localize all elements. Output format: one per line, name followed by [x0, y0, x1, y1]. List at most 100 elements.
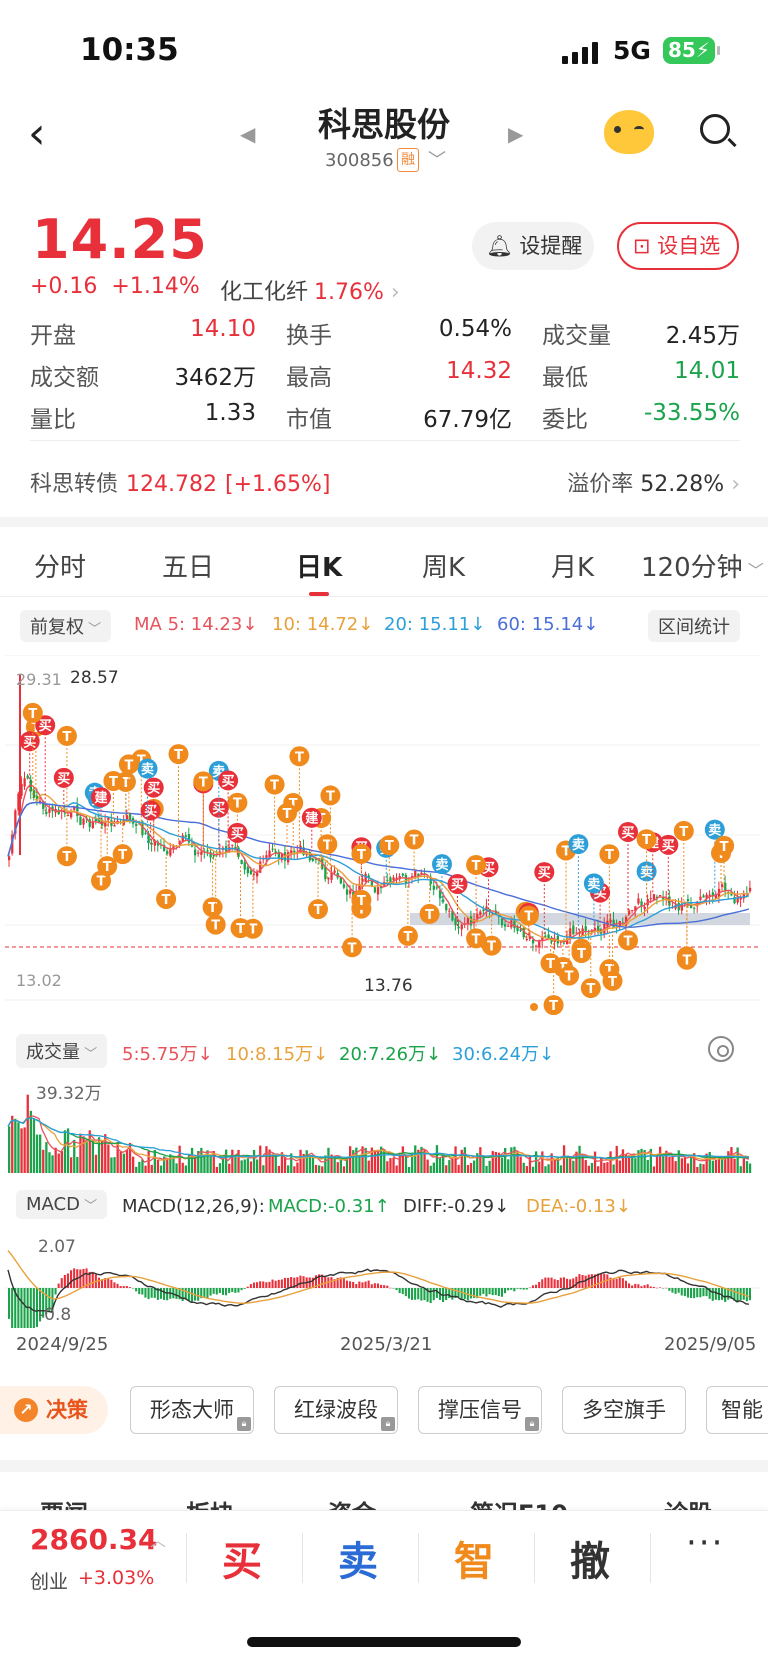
settings-icon[interactable]	[708, 1036, 734, 1062]
event-dot	[530, 1003, 538, 1011]
search-icon[interactable]	[700, 114, 730, 144]
candle	[48, 808, 51, 813]
resistance-band	[410, 913, 750, 925]
range-stat-button[interactable]: 区间统计	[648, 610, 740, 642]
tab-monthly-k[interactable]: 月K	[551, 547, 594, 584]
volume-bar	[603, 1162, 606, 1173]
volume-selector[interactable]: 成交量 ﹀	[16, 1034, 108, 1068]
candle	[26, 775, 29, 779]
macd-bar	[736, 1288, 739, 1303]
volume-bar	[20, 1128, 23, 1173]
macd-bar	[541, 1279, 544, 1288]
candle	[197, 852, 200, 854]
volume-bar	[144, 1165, 147, 1173]
volume-bar	[376, 1149, 380, 1173]
divider	[534, 1533, 535, 1583]
trade-marker-label: T	[199, 775, 208, 790]
macd-bar	[271, 1279, 274, 1288]
tab-weekly-k[interactable]: 周K	[422, 547, 465, 584]
quote-label: 最低	[542, 365, 588, 391]
date-start: 2024/9/25	[16, 1334, 109, 1355]
trade-marker-label: T	[348, 941, 357, 956]
volume-bar	[73, 1139, 76, 1173]
smart-button[interactable]: 智	[444, 1529, 504, 1587]
next-stock-icon[interactable]: ▶	[508, 122, 523, 146]
trade-marker-label: T	[720, 840, 729, 855]
volume-bar	[683, 1157, 687, 1173]
decision-button[interactable]: 决策	[0, 1386, 108, 1434]
chevron-down-icon: ﹀	[84, 622, 102, 637]
macd-bar	[429, 1288, 432, 1304]
macd-selector[interactable]: MACD ﹀	[16, 1190, 108, 1219]
candle	[184, 835, 187, 837]
candle	[637, 898, 640, 904]
tab-120min[interactable]: 120分钟 ﹀	[641, 547, 764, 584]
cancel-order-button[interactable]: 撤	[560, 1529, 620, 1587]
macd-bar	[407, 1288, 410, 1299]
add-watchlist-button[interactable]: ⊡ 设自选	[617, 222, 739, 270]
volume-bar	[535, 1151, 538, 1173]
tool-smart[interactable]: 智能	[706, 1386, 768, 1434]
volume-bar	[466, 1165, 470, 1173]
macd-bar	[355, 1283, 358, 1288]
convertible-bond-row[interactable]: 科思转债 124.782 [+1.65%] 溢价率 52.28% ›	[30, 440, 740, 497]
volume-bar	[181, 1162, 184, 1173]
adjust-selector[interactable]: 前复权 ﹀	[20, 610, 112, 642]
chevron-down-icon[interactable]: ﹀	[428, 146, 446, 172]
volume-bar	[274, 1155, 277, 1173]
convertible-price: 124.782	[126, 472, 217, 497]
kline-chart[interactable]: 买TT买T卖TTTTTTT卖卖T卖TTTTTT建TTT买建TTT卖买买TT卖T卖…	[0, 655, 768, 1015]
industry-link[interactable]: 化工化纤 1.76% ›	[220, 274, 400, 306]
trade-marker-label: T	[624, 934, 633, 949]
tool-red-green-band[interactable]: 红绿波段 🔒︎	[274, 1386, 398, 1434]
set-remind-button[interactable]: 🔔︎ 设提醒	[472, 222, 594, 270]
trade-marker-label: T	[109, 775, 118, 790]
candle	[584, 926, 587, 931]
trade-marker-label: T	[403, 930, 412, 945]
macd-bar	[57, 1283, 60, 1288]
more-icon[interactable]: ···	[686, 1523, 724, 1563]
macd-legend: MACD ﹀ MACD(12,26,9): MACD:-0.31↑ DIFF:-…	[0, 1188, 768, 1224]
macd-bar	[389, 1287, 392, 1289]
premium-info: 溢价率 52.28% ›	[567, 465, 740, 505]
date-axis: 2024/9/25 2025/3/21 2025/9/05	[0, 1334, 768, 1364]
mascot-icon[interactable]	[604, 110, 654, 154]
macd-bar	[469, 1288, 472, 1299]
macd-bar	[358, 1281, 361, 1288]
tool-pattern-master[interactable]: 形态大师 🔒︎	[130, 1386, 254, 1434]
candle	[206, 850, 209, 852]
low-label: 13.76	[364, 976, 413, 996]
trade-marker-label: 建	[94, 790, 107, 806]
volume-bar	[541, 1151, 544, 1173]
macd-bar	[618, 1277, 621, 1288]
divider	[0, 517, 768, 527]
tool-label: 多空旗手	[582, 1398, 666, 1422]
quote-cell: 委比 -33.55%	[542, 400, 740, 434]
volume-bar	[587, 1165, 590, 1173]
divider	[0, 1460, 768, 1472]
candle	[454, 918, 457, 926]
candle	[82, 818, 85, 825]
sell-button[interactable]: 卖	[328, 1529, 388, 1587]
tool-long-short[interactable]: 多空旗手	[562, 1386, 686, 1434]
volume-chart[interactable]: 39.32万	[0, 1075, 768, 1175]
macd-chart[interactable]: 2.07 -0.8	[0, 1228, 768, 1328]
volume-label: 成交量	[26, 1042, 80, 1063]
candle	[200, 851, 203, 855]
kline-grid	[5, 655, 760, 1001]
volume-bar	[730, 1147, 733, 1173]
macd-bar	[538, 1282, 541, 1288]
volume-bar	[228, 1163, 231, 1173]
tab-daily-k[interactable]: 日K	[296, 547, 342, 596]
volume-bar	[283, 1156, 287, 1173]
buy-button[interactable]: 买	[212, 1529, 272, 1587]
trade-marker-label: 卖	[708, 823, 721, 839]
macd-bar	[414, 1288, 417, 1300]
volume-bar	[742, 1158, 745, 1173]
tab-five-day[interactable]: 五日	[162, 547, 214, 584]
macd-bar	[175, 1288, 178, 1299]
tab-intraday[interactable]: 分时	[34, 547, 86, 584]
macd-bar	[531, 1285, 534, 1288]
tool-support-resist[interactable]: 撑压信号 🔒︎	[418, 1386, 542, 1434]
trade-marker-label: T	[487, 940, 496, 955]
